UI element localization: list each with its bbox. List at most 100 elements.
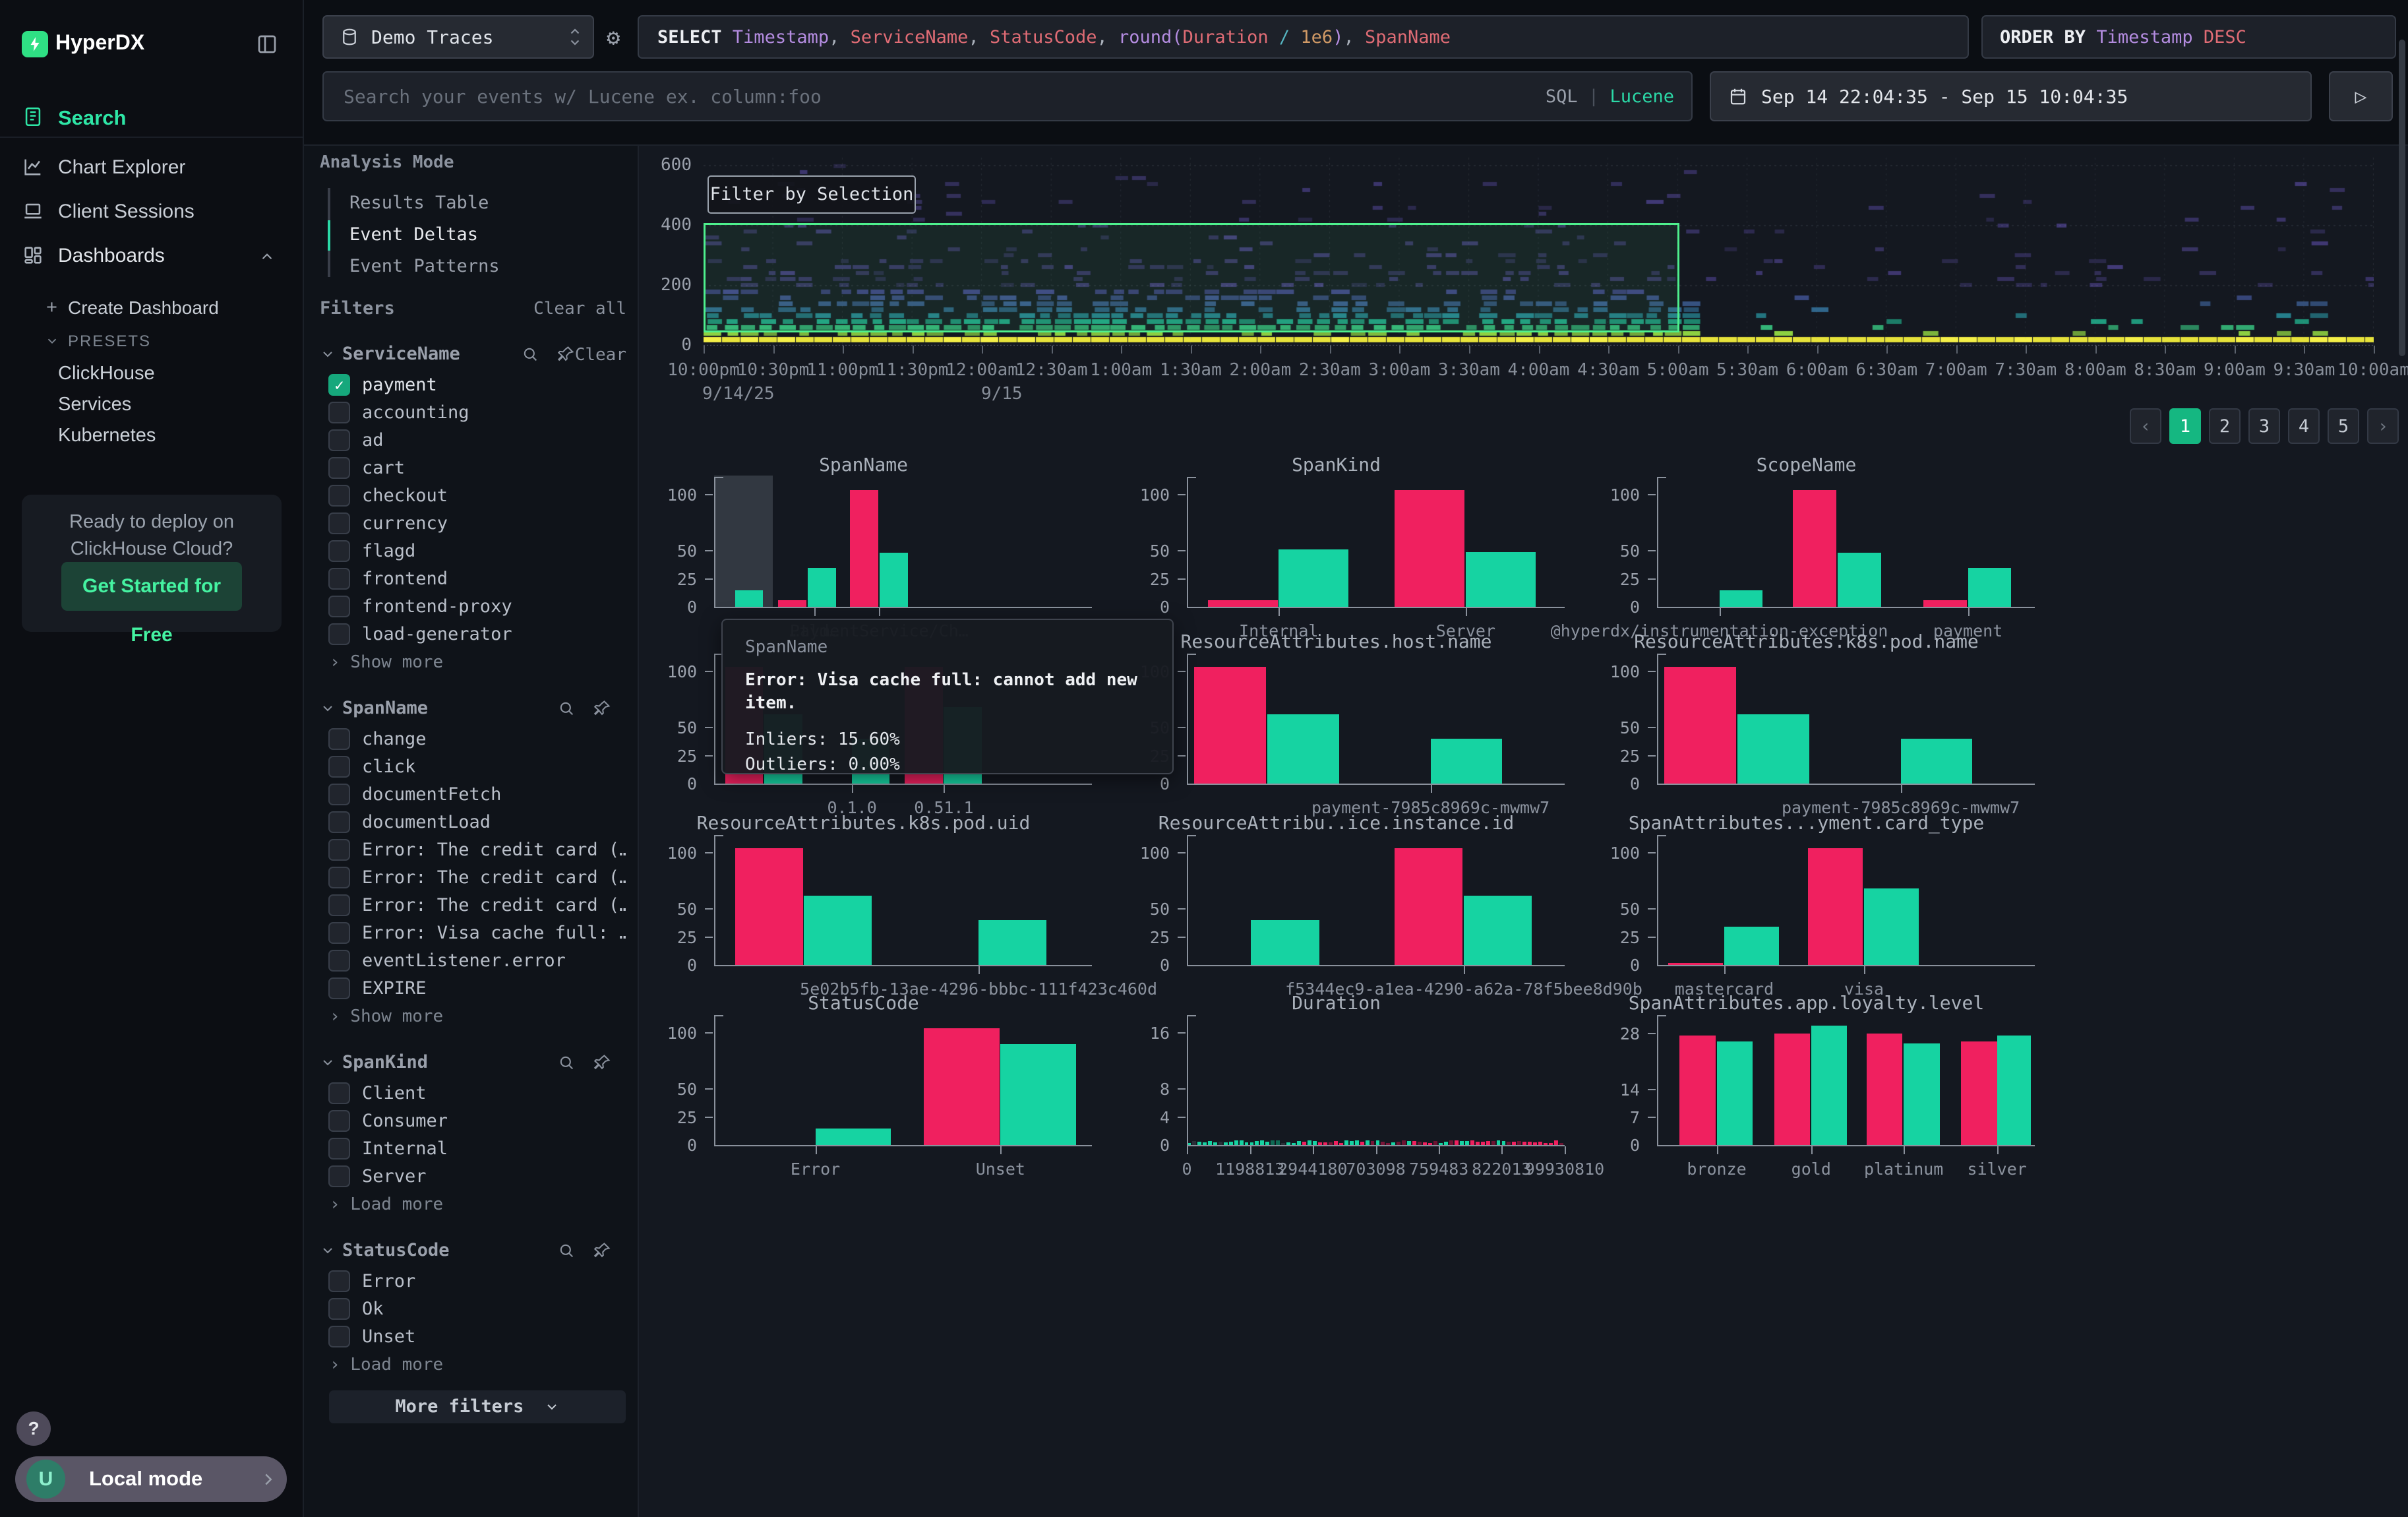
- checkbox[interactable]: [328, 485, 350, 507]
- filter-checkbox-row[interactable]: Consumer: [328, 1107, 626, 1134]
- page-next-button[interactable]: ›: [2367, 408, 2399, 444]
- run-query-button[interactable]: ▷: [2329, 71, 2393, 121]
- filter-checkbox-row[interactable]: EXPIRE: [328, 975, 626, 1001]
- page-button-1[interactable]: 1: [2169, 408, 2201, 444]
- checkbox[interactable]: [328, 540, 350, 562]
- search-icon[interactable]: [521, 345, 539, 363]
- filter-checkbox-row[interactable]: click: [328, 753, 626, 780]
- page-button-3[interactable]: 3: [2248, 408, 2280, 444]
- date-range-picker[interactable]: Sep 14 22:04:35 - Sep 15 10:04:35: [1710, 71, 2312, 121]
- pin-icon[interactable]: [593, 1241, 611, 1260]
- filter-checkbox-row[interactable]: Internal: [328, 1135, 626, 1161]
- chevron-down-icon[interactable]: [45, 334, 59, 348]
- filter-checkbox-row[interactable]: Error: The credit card (…: [328, 892, 626, 918]
- filter-checkbox-row[interactable]: load-generator: [328, 621, 626, 647]
- source-select[interactable]: Demo Traces: [322, 15, 594, 59]
- checkbox[interactable]: [328, 811, 350, 833]
- sidebar-item-kubernetes[interactable]: Kubernetes: [58, 425, 156, 447]
- page-button-4[interactable]: 4: [2288, 408, 2320, 444]
- gear-icon[interactable]: ⚙: [607, 24, 620, 51]
- language-lucene[interactable]: Lucene: [1610, 86, 1674, 107]
- chevron-down-icon[interactable]: [320, 1055, 336, 1070]
- chevron-down-icon[interactable]: [320, 700, 336, 716]
- search-icon[interactable]: [557, 1053, 576, 1072]
- filter-clear-button[interactable]: Clear: [575, 345, 626, 365]
- help-button[interactable]: ?: [16, 1411, 51, 1446]
- filter-checkbox-row[interactable]: Client: [328, 1080, 626, 1106]
- filter-checkbox-row[interactable]: ✓payment: [328, 371, 626, 398]
- checkbox[interactable]: [328, 1298, 350, 1320]
- sidebar-item-services[interactable]: Services: [58, 394, 131, 416]
- sidebar-collapse-icon[interactable]: [255, 32, 279, 56]
- analysis-mode-option-event-patterns[interactable]: Event Patterns: [349, 256, 500, 276]
- filter-checkbox-row[interactable]: Error: The credit card (…: [328, 836, 626, 863]
- analysis-mode-option-results-table[interactable]: Results Table: [349, 193, 489, 213]
- checkbox[interactable]: [328, 1165, 350, 1187]
- checkbox[interactable]: [328, 1270, 350, 1292]
- checkbox[interactable]: [328, 457, 350, 479]
- filter-checkbox-row[interactable]: documentFetch: [328, 781, 626, 807]
- filter-checkbox-row[interactable]: change: [328, 726, 626, 752]
- search-input[interactable]: Search your events w/ Lucene ex. column:…: [322, 71, 1693, 121]
- checkbox[interactable]: [328, 728, 350, 750]
- page-button-2[interactable]: 2: [2209, 408, 2241, 444]
- chevron-down-icon[interactable]: [320, 346, 336, 362]
- filter-checkbox-row[interactable]: frontend-proxy: [328, 593, 626, 619]
- checkbox[interactable]: [328, 784, 350, 805]
- order-by-input[interactable]: ORDER BY Timestamp DESC: [1981, 15, 2396, 59]
- checkbox[interactable]: [328, 1326, 350, 1347]
- filter-checkbox-row[interactable]: Server: [328, 1163, 626, 1189]
- checkbox[interactable]: [328, 429, 350, 451]
- filter-checkbox-row[interactable]: Error: Visa cache full: …: [328, 919, 626, 946]
- checkbox[interactable]: [328, 402, 350, 423]
- filter-checkbox-row[interactable]: cart: [328, 454, 626, 481]
- chevron-down-icon[interactable]: [320, 1243, 336, 1258]
- analysis-mode-option-event-deltas[interactable]: Event Deltas: [349, 224, 478, 245]
- checkbox[interactable]: [328, 568, 350, 590]
- filter-show-more[interactable]: › Show more: [330, 1006, 443, 1026]
- filter-by-selection-button[interactable]: Filter by Selection: [707, 175, 916, 214]
- get-started-button[interactable]: Get Started for Free: [61, 562, 242, 611]
- checkbox[interactable]: [328, 1138, 350, 1160]
- filter-checkbox-row[interactable]: frontend: [328, 565, 626, 592]
- filter-checkbox-row[interactable]: Unset: [328, 1323, 626, 1349]
- filter-checkbox-row[interactable]: flagd: [328, 538, 626, 564]
- filter-show-more[interactable]: › Show more: [330, 652, 443, 672]
- filter-checkbox-row[interactable]: documentLoad: [328, 809, 626, 835]
- checkbox[interactable]: [328, 623, 350, 645]
- checkbox[interactable]: [328, 977, 350, 999]
- filter-checkbox-row[interactable]: ad: [328, 427, 626, 453]
- filter-checkbox-row[interactable]: checkout: [328, 482, 626, 509]
- heatmap-selection[interactable]: [704, 223, 1679, 332]
- pin-icon[interactable]: [593, 699, 611, 718]
- sidebar-item-clickhouse[interactable]: ClickHouse: [58, 363, 155, 385]
- page-prev-button[interactable]: ‹: [2130, 408, 2161, 444]
- checkbox[interactable]: [328, 512, 350, 534]
- sidebar-item-create-dashboard[interactable]: Create Dashboard: [68, 297, 219, 319]
- pin-icon[interactable]: [593, 1053, 611, 1072]
- language-sql[interactable]: SQL: [1546, 86, 1578, 107]
- filter-checkbox-row[interactable]: accounting: [328, 399, 626, 425]
- clear-all-button[interactable]: Clear all: [521, 299, 626, 319]
- filter-checkbox-row[interactable]: Ok: [328, 1295, 626, 1322]
- page-button-5[interactable]: 5: [2328, 408, 2359, 444]
- filter-checkbox-row[interactable]: currency: [328, 510, 626, 536]
- filter-checkbox-row[interactable]: eventListener.error: [328, 947, 626, 974]
- checkbox[interactable]: [328, 1082, 350, 1104]
- search-icon[interactable]: [557, 699, 576, 718]
- checkbox[interactable]: [328, 839, 350, 861]
- more-filters-button[interactable]: More filters: [329, 1390, 626, 1423]
- filter-load-more[interactable]: › Load more: [330, 1355, 443, 1375]
- checkbox[interactable]: [328, 950, 350, 972]
- checkbox[interactable]: [328, 1110, 350, 1132]
- sidebar-item-search[interactable]: Search: [58, 106, 126, 130]
- checkbox[interactable]: [328, 867, 350, 888]
- scrollbar-thumb[interactable]: [2399, 40, 2405, 356]
- checkbox-checked[interactable]: ✓: [328, 374, 350, 396]
- select-clause-input[interactable]: SELECT Timestamp, ServiceName, StatusCod…: [638, 15, 1969, 59]
- sidebar-item-chart-explorer[interactable]: Chart Explorer: [58, 156, 185, 179]
- chevron-up-icon[interactable]: [258, 248, 276, 265]
- pin-icon[interactable]: [557, 345, 575, 363]
- checkbox[interactable]: [328, 596, 350, 617]
- filter-load-more[interactable]: › Load more: [330, 1194, 443, 1214]
